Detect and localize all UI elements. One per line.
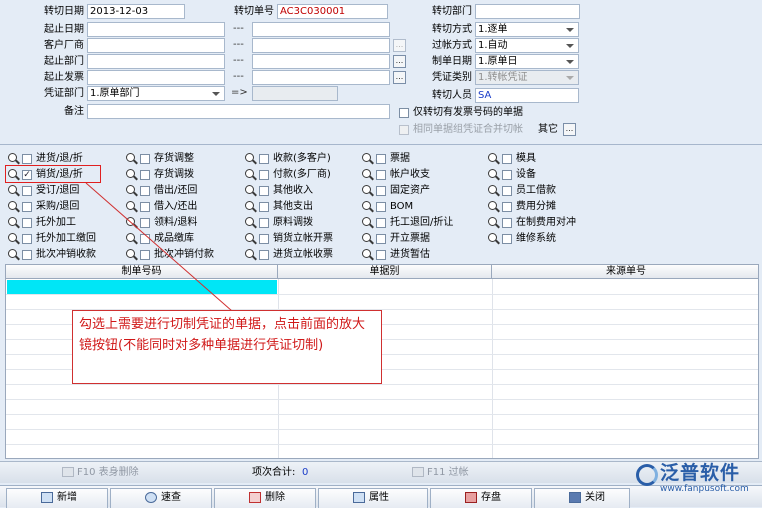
logo-icon <box>636 464 658 486</box>
logo-url: www.fanpusoft.com <box>660 484 749 494</box>
attr-label: 属性 <box>369 492 389 503</box>
delete-row-label: F10 表身删除 <box>77 467 139 478</box>
callout-box: 勾选上需要进行切制凭证的单据，点击前面的放大镜按钮(不能同时对多种单据进行凭证切… <box>72 310 382 384</box>
delete-icon <box>249 492 261 503</box>
brand-logo: 泛普软件 www.fanpusoft.com <box>634 461 762 497</box>
attr-icon <box>353 492 365 503</box>
query-button[interactable]: 速查 <box>110 488 212 508</box>
logo-name: 泛普软件 <box>660 462 741 484</box>
save-icon <box>465 492 477 503</box>
save-button[interactable]: 存盘 <box>430 488 532 508</box>
query-icon <box>145 492 157 503</box>
total-value: 0 <box>302 467 309 478</box>
new-icon <box>41 492 53 503</box>
new-label: 新增 <box>57 492 77 503</box>
delete-label: 删除 <box>265 492 285 503</box>
delete-row-icon <box>62 467 74 477</box>
new-button[interactable]: 新增 <box>6 488 108 508</box>
post-button-label: F11 过帐 <box>427 467 469 478</box>
attr-button[interactable]: 属性 <box>318 488 428 508</box>
close-icon <box>569 492 581 503</box>
post-icon <box>412 467 424 477</box>
total-label: 项次合计: <box>252 467 296 478</box>
delete-button[interactable]: 删除 <box>214 488 316 508</box>
callout-pointer <box>85 182 233 312</box>
save-label: 存盘 <box>481 492 501 503</box>
post-button: F11 过帐 <box>412 464 469 482</box>
close-button[interactable]: 关闭 <box>534 488 630 508</box>
close-label: 关闭 <box>585 492 605 503</box>
delete-row-button: F10 表身删除 <box>62 464 139 482</box>
query-label: 速查 <box>161 492 181 503</box>
